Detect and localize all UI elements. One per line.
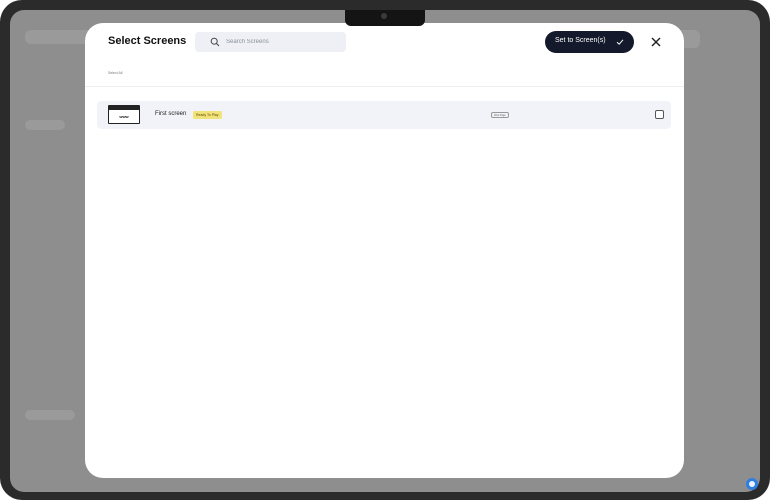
thumbnail-label: www	[119, 114, 129, 119]
check-icon	[616, 39, 624, 45]
set-to-screens-button[interactable]: Set to Screen(s)	[545, 31, 634, 53]
modal-header: Select Screens Set to Screen(s)	[85, 23, 684, 63]
header-divider	[85, 86, 684, 87]
camera-notch	[345, 10, 425, 26]
select-screens-modal: Select Screens Set to Screen(s) Select A…	[85, 23, 684, 478]
bg-placeholder	[25, 410, 75, 420]
select-all-link[interactable]: Select All	[108, 71, 122, 75]
chat-bubble-inner	[749, 481, 755, 487]
search-input[interactable]	[226, 32, 342, 52]
close-icon[interactable]	[650, 36, 662, 48]
screen-name: First screen	[155, 111, 187, 117]
set-to-screens-label: Set to Screen(s)	[555, 37, 606, 44]
content-type-tag: Web Page	[491, 112, 509, 118]
search-icon	[210, 37, 220, 47]
search-box[interactable]	[195, 32, 346, 52]
screen-thumbnail: www	[108, 105, 140, 124]
thumbnail-titlebar	[109, 106, 139, 110]
status-badge: Ready To Play	[193, 111, 222, 119]
screen-row[interactable]: www First screen Ready To Play Web Page	[97, 101, 671, 129]
screen-checkbox[interactable]	[655, 110, 664, 119]
camera-icon	[381, 13, 387, 19]
modal-title: Select Screens	[108, 35, 187, 47]
chat-bubble-icon[interactable]	[746, 478, 758, 490]
bg-placeholder	[25, 120, 65, 130]
